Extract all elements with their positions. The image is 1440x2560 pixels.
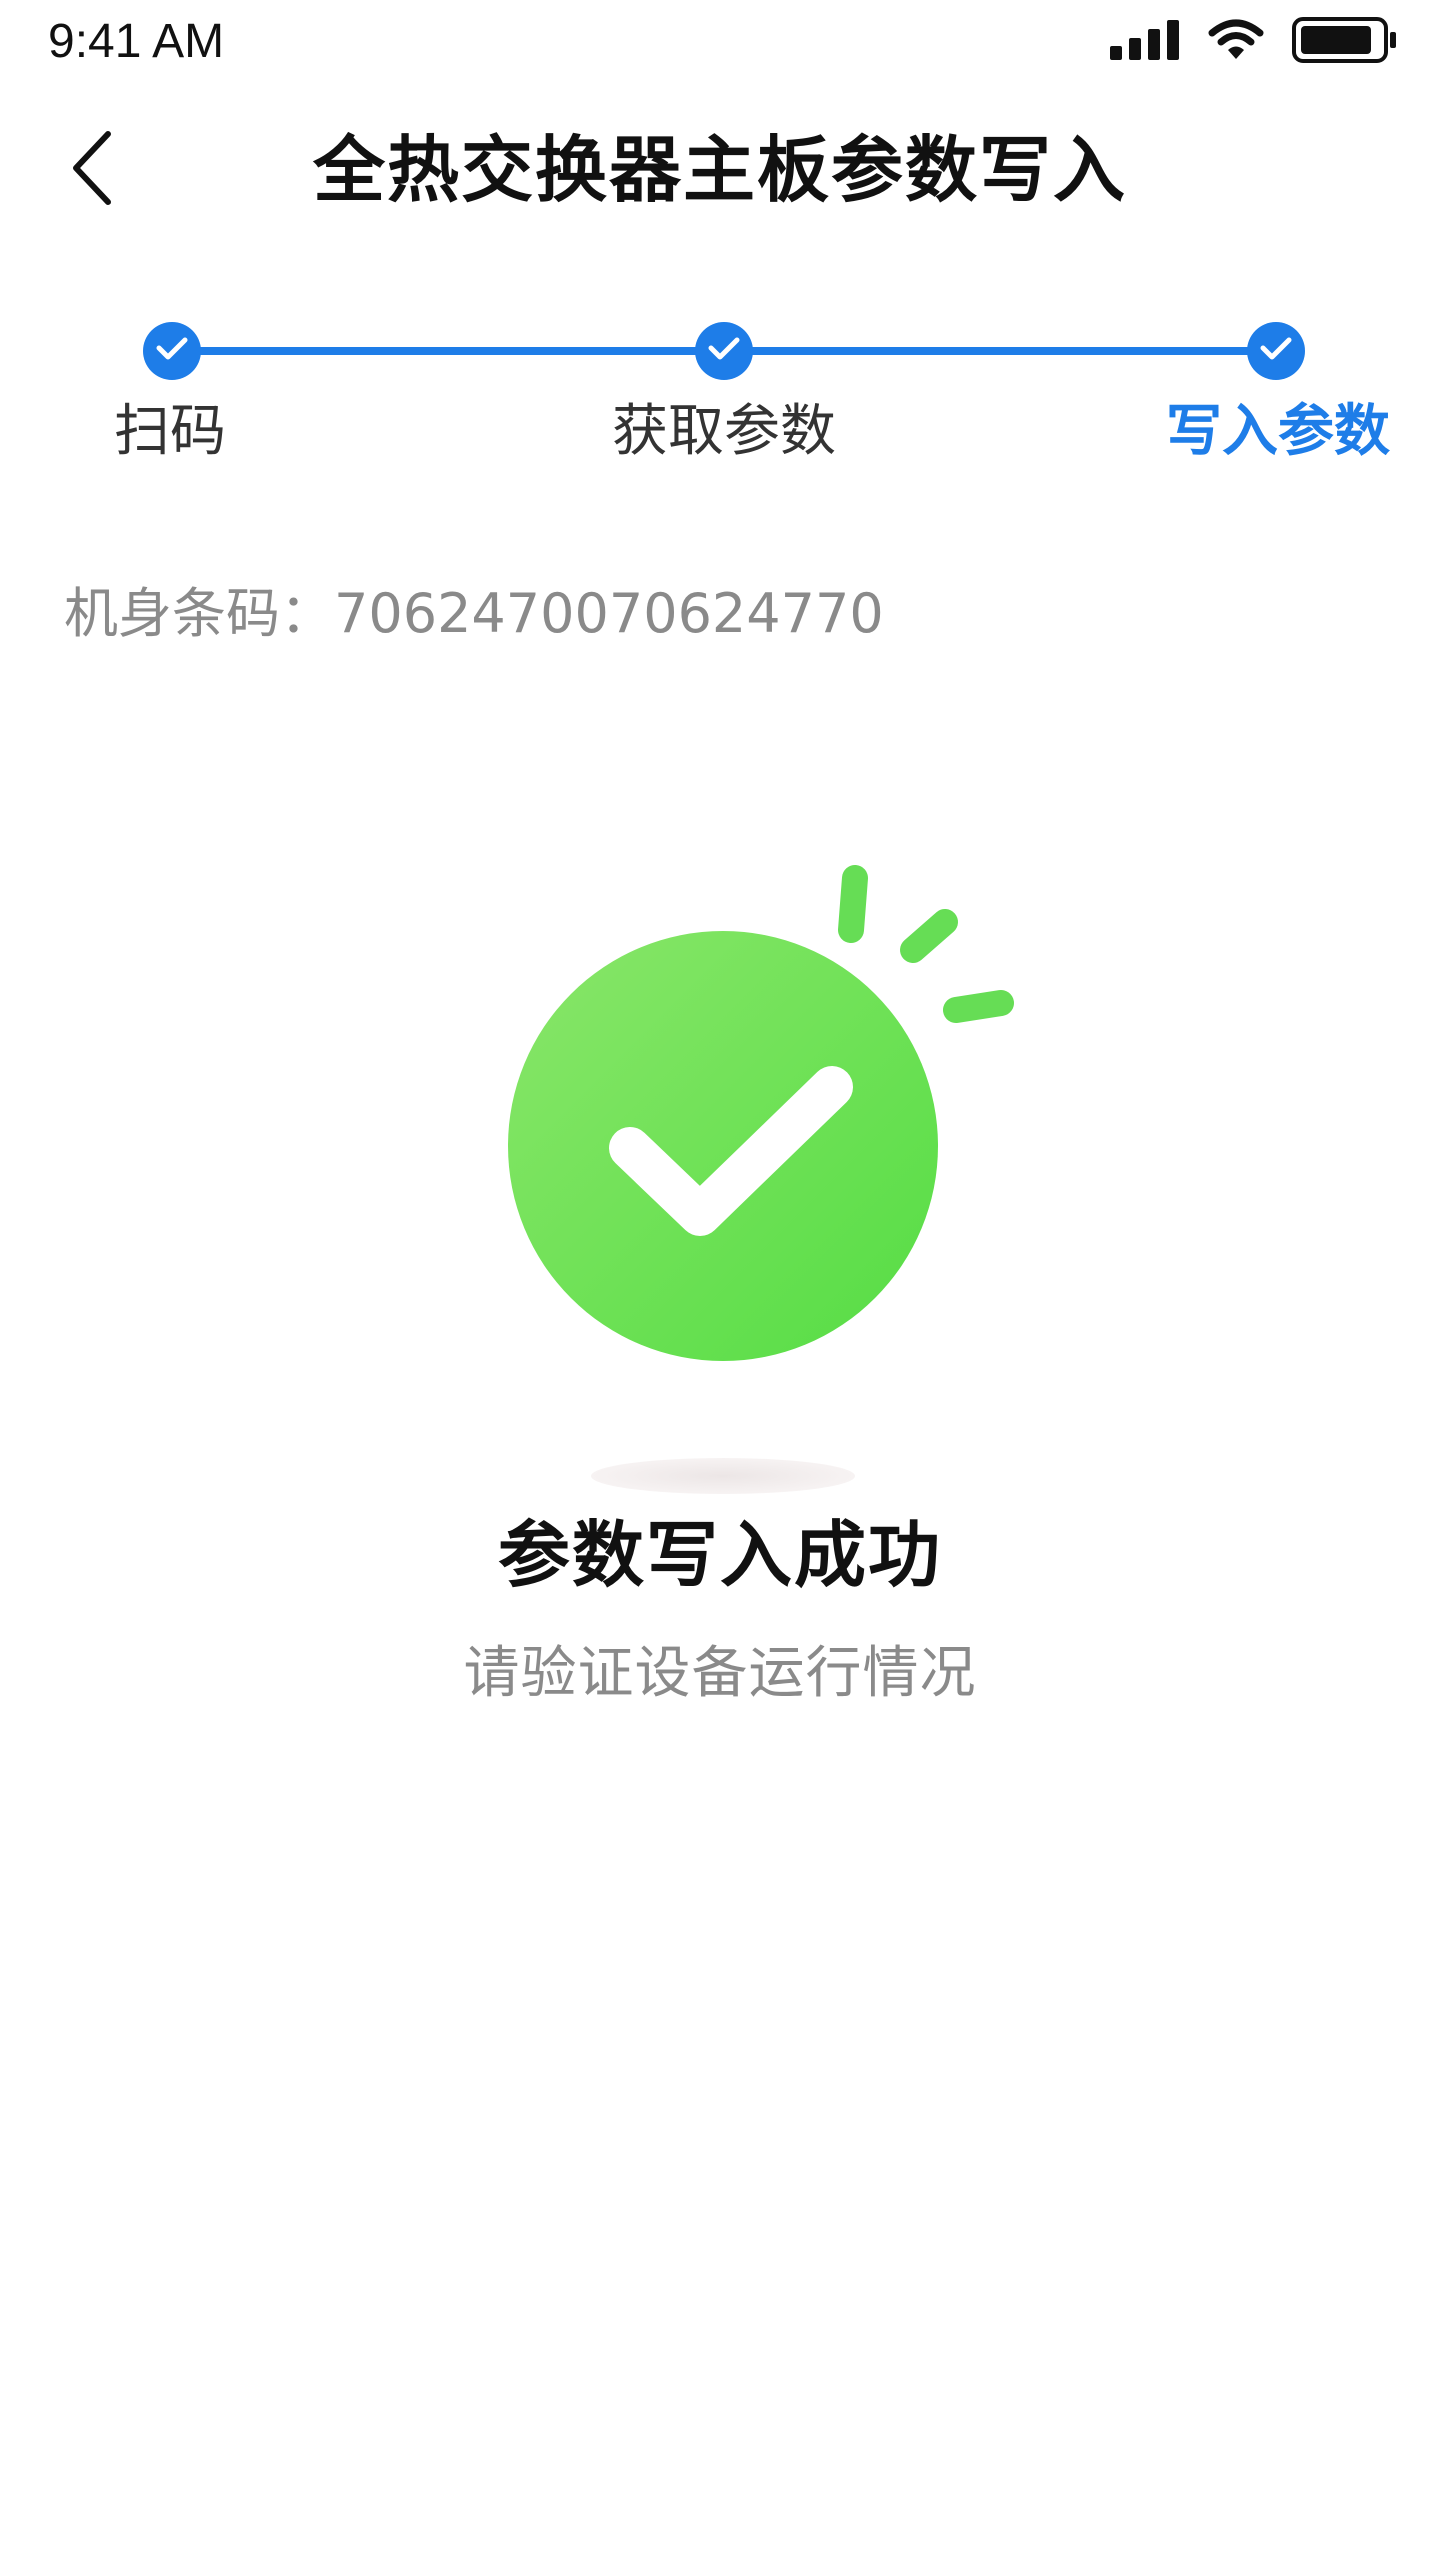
progress-stepper: 扫码 获取参数 写入参数	[0, 300, 1440, 500]
page-title: 全热交换器主板参数写入	[312, 128, 1127, 212]
step-dot-fetch	[695, 322, 753, 380]
battery-icon	[1292, 16, 1398, 68]
result-title: 参数写入成功	[497, 1513, 942, 1597]
signal-icon	[1110, 20, 1180, 64]
step-label-fetch: 获取参数	[612, 399, 836, 464]
status-icons	[1110, 14, 1398, 70]
status-bar: 9:41 AM	[0, 0, 1440, 84]
check-icon	[1259, 336, 1293, 366]
check-icon	[707, 336, 741, 366]
nav-header: 全热交换器主板参数写入	[0, 84, 1440, 254]
step-dot-scan	[143, 322, 201, 380]
result-subtitle: 请验证设备运行情况	[463, 1641, 977, 1706]
step-label-scan: 扫码	[114, 399, 226, 464]
status-time: 9:41 AM	[48, 15, 225, 68]
step-label-write: 写入参数	[1166, 399, 1390, 464]
step-connector-2	[724, 347, 1276, 355]
step-connector-1	[172, 347, 724, 355]
success-illustration	[480, 850, 1040, 1510]
check-icon	[155, 336, 189, 366]
device-serial: 机身条码：7062470070624770	[64, 582, 884, 645]
wifi-icon	[1208, 19, 1264, 65]
step-dot-write	[1247, 322, 1305, 380]
